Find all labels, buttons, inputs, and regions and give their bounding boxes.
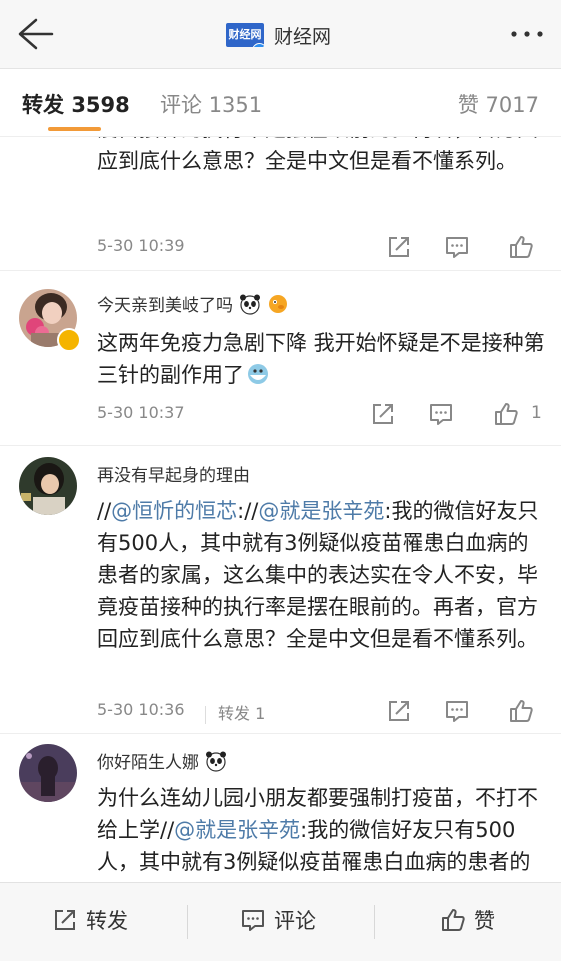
- post-time: 5-30 10:37: [97, 403, 185, 422]
- repost-button[interactable]: 转发: [52, 905, 128, 935]
- comment-icon[interactable]: [444, 698, 470, 724]
- top-nav-bar: 财经网 财经网: [0, 0, 561, 69]
- repost-button-label: 转发: [86, 909, 128, 933]
- content-prefix: //: [97, 499, 112, 523]
- account-title[interactable]: 财经网 财经网: [226, 18, 331, 52]
- avatar[interactable]: [19, 744, 77, 802]
- divider: [187, 905, 188, 939]
- like-count: 1: [531, 403, 542, 423]
- content-separator: ://: [237, 499, 259, 523]
- user-name-text: 再没有早起身的理由: [97, 466, 250, 486]
- tab-comment[interactable]: 评论 1351: [160, 89, 262, 119]
- share-icon[interactable]: [370, 401, 396, 427]
- user-name[interactable]: 再没有早起身的理由: [97, 461, 250, 486]
- like-icon[interactable]: [508, 698, 534, 724]
- post-content: //@恒忻的恒芯://@就是张辛苑:我的微信好友只有500人，其中就有3例疑似疫…: [97, 495, 547, 655]
- logo-text: 财经网: [228, 28, 262, 41]
- caijing-logo: 财经网: [226, 23, 264, 47]
- more-options-icon[interactable]: [509, 24, 545, 44]
- mention-link[interactable]: @恒忻的恒芯: [111, 499, 237, 523]
- tab-comment-count: 1351: [208, 93, 263, 117]
- mention-link[interactable]: @就是张辛苑: [174, 818, 300, 842]
- user-name[interactable]: 今天亲到美岐了吗: [97, 291, 289, 316]
- repost-count[interactable]: 转发 1: [205, 700, 265, 724]
- like-button[interactable]: 赞: [440, 905, 495, 935]
- active-tab-indicator: [48, 127, 101, 131]
- share-icon[interactable]: [386, 234, 412, 260]
- tab-like[interactable]: 赞 7017: [458, 89, 539, 119]
- comment-button[interactable]: 评论: [240, 905, 316, 935]
- comment-icon[interactable]: [444, 234, 470, 260]
- panda-emoji-icon: [206, 751, 226, 772]
- list-item[interactable]: 你好陌生人娜 为什么连幼儿园小朋友都要强制打疫苗，不打不给上学//@就是张辛苑:…: [0, 734, 561, 882]
- emoji-icon: [248, 364, 268, 384]
- repost-feed[interactable]: 疫苗接种的执行率是摆在眼前的。再者，官方回应到底什么意思？全是中文但是看不懂系列…: [0, 137, 561, 882]
- user-name-text: 今天亲到美岐了吗: [97, 296, 233, 316]
- post-time: 5-30 10:39: [97, 236, 185, 255]
- panda-emoji-icon: [240, 294, 260, 315]
- bottom-action-bar: 转发 评论 赞: [0, 882, 561, 961]
- post-time: 5-30 10:36: [97, 700, 185, 719]
- tab-comment-label: 评论: [160, 93, 202, 117]
- vip-badge-icon: [57, 328, 81, 352]
- share-icon: [55, 910, 75, 930]
- comment-icon[interactable]: [428, 401, 454, 427]
- like-icon[interactable]: [493, 401, 519, 427]
- post-content: 疫苗接种的执行率是摆在眼前的。再者，官方回应到底什么意思？全是中文但是看不懂系列…: [97, 137, 538, 173]
- divider: [374, 905, 375, 939]
- post-content: 这两年免疫力急剧下降 我开始怀疑是不是接种第三针的副作用了: [97, 327, 547, 391]
- avatar[interactable]: [19, 457, 77, 515]
- tab-repost-label: 转发: [22, 93, 64, 117]
- like-button-label: 赞: [474, 909, 495, 933]
- user-name[interactable]: 你好陌生人娜: [97, 748, 227, 773]
- tab-like-label: 赞: [457, 93, 479, 117]
- pufferfish-emoji-icon: [269, 294, 287, 313]
- repost-count-text: 转发 1: [218, 704, 266, 723]
- tab-repost-count: 3598: [71, 93, 130, 117]
- tab-repost[interactable]: 转发 3598: [22, 89, 130, 119]
- post-content-text: 这两年免疫力急剧下降 我开始怀疑是不是接种第三针的副作用了: [97, 331, 545, 387]
- list-item[interactable]: 疫苗接种的执行率是摆在眼前的。再者，官方回应到底什么意思？全是中文但是看不懂系列…: [0, 137, 561, 271]
- tab-like-count: 7017: [485, 93, 539, 117]
- list-item[interactable]: 再没有早起身的理由 //@恒忻的恒芯://@就是张辛苑:我的微信好友只有500人…: [0, 445, 561, 734]
- like-icon: [442, 909, 465, 931]
- user-name-text: 你好陌生人娜: [97, 753, 199, 773]
- post-content: 为什么连幼儿园小朋友都要强制打疫苗，不打不给上学//@就是张辛苑:我的微信好友只…: [97, 782, 547, 882]
- comment-button-label: 评论: [274, 909, 316, 933]
- comment-icon: [242, 910, 264, 931]
- tab-bar: 转发 3598 评论 1351 赞 7017: [0, 69, 561, 137]
- mention-link[interactable]: @就是张辛苑: [258, 499, 384, 523]
- back-arrow-icon[interactable]: [14, 16, 54, 52]
- divider: [205, 705, 206, 724]
- page-title: 财经网: [274, 25, 332, 48]
- like-icon[interactable]: [508, 234, 534, 260]
- share-icon[interactable]: [386, 698, 412, 724]
- list-item[interactable]: 今天亲到美岐了吗 这两年免疫力急剧下降 我开始怀疑是不是接种第三针的副作用了 5…: [0, 271, 561, 446]
- verified-badge-icon: [252, 43, 264, 47]
